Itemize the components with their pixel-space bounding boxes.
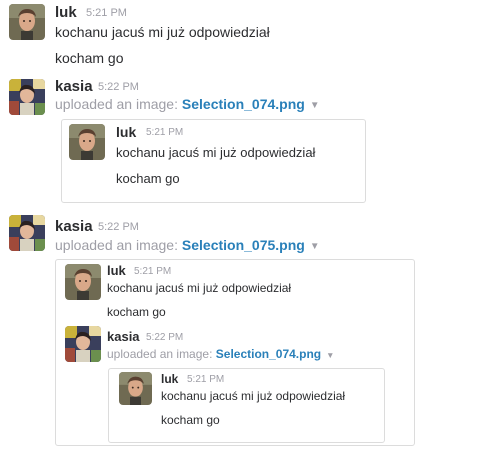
file-link[interactable]: Selection_074.png [182,96,305,112]
upload-line: uploaded an image: Selection_074.png ▼ [107,347,334,361]
avatar-luk-icon [119,372,152,405]
avatar[interactable] [9,215,45,251]
message-author[interactable]: kasia [55,78,93,95]
avatar-luk-icon [69,124,105,160]
message-text: kochanu jacuś mi już odpowiedział [116,145,316,160]
message-timestamp[interactable]: 5:22 PM [98,221,139,233]
avatar-kasia-icon [9,215,45,251]
message-author: luk [161,372,179,386]
message-author: luk [116,124,137,140]
message-author: kasia [107,329,140,344]
message-timestamp[interactable]: 5:21 PM [86,7,127,19]
chevron-down-icon[interactable]: ▼ [310,241,320,252]
message-timestamp: 5:21 PM [146,127,184,138]
avatar-kasia-icon [65,326,101,362]
message-timestamp: 5:21 PM [134,266,172,277]
chevron-down-icon[interactable]: ▼ [326,350,334,360]
image-preview[interactable]: luk 5:21 PM kochanu jacuś mi już odpowie… [61,119,366,203]
message-timestamp: 5:21 PM [187,374,225,385]
avatar-luk-icon [65,264,101,300]
message-timestamp[interactable]: 5:22 PM [98,81,139,93]
message-text: kochanu jacuś mi już odpowiedział [161,389,346,403]
avatar [65,264,101,300]
message-author[interactable]: luk [55,4,77,21]
avatar-kasia-icon [9,79,45,115]
avatar[interactable] [9,79,45,115]
avatar[interactable] [9,4,45,40]
message-text: kocham go [55,50,124,66]
image-preview[interactable]: luk 5:21 PM kochanu jacuś mi już odpowie… [108,368,385,443]
upload-line: uploaded an image: Selection_074.png ▼ [55,96,320,112]
file-link[interactable]: Selection_074.png [216,347,321,361]
image-preview[interactable]: luk 5:21 PM kochanu jacuś mi już odpowie… [55,259,415,446]
message-text: kochanu jacuś mi już odpowiedział [107,281,292,295]
message-text: kocham go [116,171,180,186]
file-link[interactable]: Selection_075.png [182,237,305,253]
avatar [65,326,101,362]
message-author: luk [107,263,126,278]
avatar [119,372,152,405]
upload-prefix: uploaded an image: [107,347,213,361]
message-text: kocham go [161,413,220,427]
avatar-luk-icon [9,4,45,40]
message-text: kochanu jacuś mi już odpowiedział [55,24,270,40]
avatar [69,124,105,160]
message-text: kocham go [107,305,166,319]
upload-prefix: uploaded an image: [55,237,178,253]
upload-prefix: uploaded an image: [55,96,178,112]
chevron-down-icon[interactable]: ▼ [310,100,320,111]
message-author[interactable]: kasia [55,218,93,235]
upload-line: uploaded an image: Selection_075.png ▼ [55,237,320,253]
message-timestamp: 5:22 PM [146,332,184,343]
